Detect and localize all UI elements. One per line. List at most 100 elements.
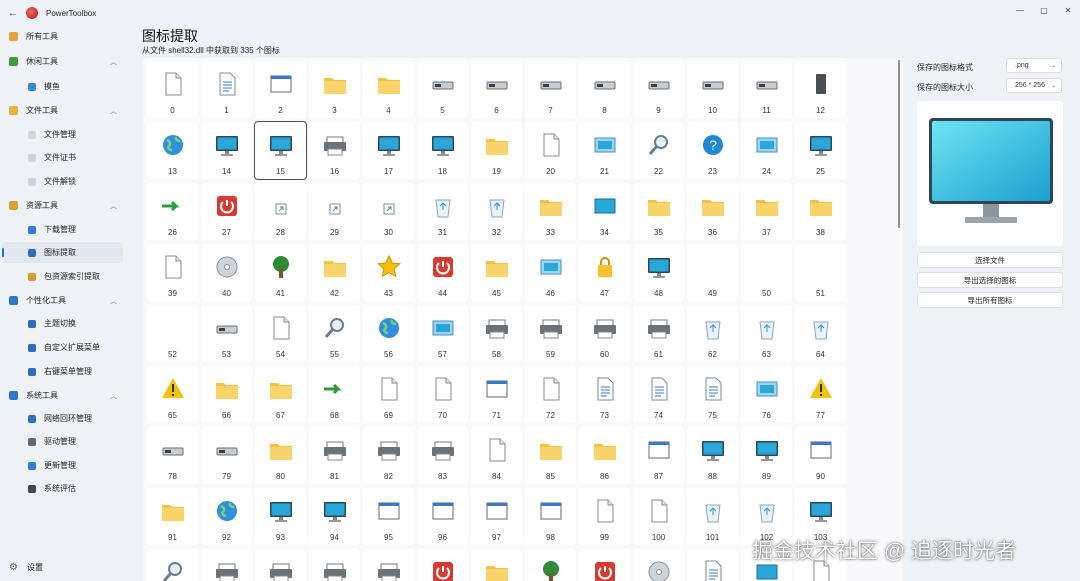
grid-scrollbar[interactable] xyxy=(898,60,900,228)
icon-tile[interactable]: 13 xyxy=(147,122,198,179)
sidebar-item[interactable]: 个性化工具 ︿ xyxy=(2,290,123,311)
icon-tile[interactable]: 35 xyxy=(633,183,684,240)
icon-tile[interactable]: 90 xyxy=(795,427,846,484)
icon-tile[interactable]: 20 xyxy=(525,122,576,179)
maximize-button[interactable]: ▢ xyxy=(1032,0,1056,20)
export-selected-button[interactable]: 导出选择的图标 xyxy=(917,272,1063,288)
select-file-button[interactable]: 选择文件 xyxy=(917,252,1063,268)
sidebar-item[interactable]: 系统评估 xyxy=(2,478,123,499)
icon-tile[interactable]: 29 xyxy=(309,183,360,240)
close-button[interactable]: ✕ xyxy=(1056,0,1080,20)
sidebar-item[interactable]: 自定义扩展菜单 xyxy=(2,337,123,358)
icon-tile[interactable]: 47 xyxy=(579,244,630,301)
icon-tile[interactable]: 36 xyxy=(687,183,738,240)
icon-tile[interactable]: 5 xyxy=(417,61,468,118)
icon-tile[interactable]: 106 xyxy=(255,549,306,581)
icon-tile[interactable]: 80 xyxy=(255,427,306,484)
icon-tile[interactable]: 56 xyxy=(363,305,414,362)
icon-tile[interactable]: 89 xyxy=(741,427,792,484)
icon-tile[interactable]: 100 xyxy=(633,488,684,545)
icon-tile[interactable]: 96 xyxy=(417,488,468,545)
icon-tile[interactable]: 51 xyxy=(795,244,846,301)
icon-tile[interactable]: 88 xyxy=(687,427,738,484)
sidebar-item[interactable]: 包资源索引提取 xyxy=(2,266,123,287)
sidebar-item[interactable]: 主题切换 xyxy=(2,313,123,334)
icon-tile[interactable]: 28 xyxy=(255,183,306,240)
icon-tile[interactable]: 69 xyxy=(363,366,414,423)
icon-tile[interactable]: 6 xyxy=(471,61,522,118)
icon-tile[interactable]: 107 xyxy=(309,549,360,581)
icon-tile[interactable]: 22 xyxy=(633,122,684,179)
icon-tile[interactable]: 55 xyxy=(309,305,360,362)
icon-tile[interactable]: 21 xyxy=(579,122,630,179)
icon-tile[interactable]: 24 xyxy=(741,122,792,179)
icon-tile[interactable]: 3 xyxy=(309,61,360,118)
icon-tile[interactable]: 11 xyxy=(741,61,792,118)
icon-tile[interactable]: 75 xyxy=(687,366,738,423)
icon-tile[interactable]: 63 xyxy=(741,305,792,362)
icon-tile[interactable]: 113 xyxy=(633,549,684,581)
icon-tile[interactable]: 93 xyxy=(255,488,306,545)
icon-tile[interactable]: 12 xyxy=(795,61,846,118)
export-all-button[interactable]: 导出所有图标 xyxy=(917,292,1063,308)
icon-tile[interactable]: 108 xyxy=(363,549,414,581)
icon-tile[interactable]: 66 xyxy=(201,366,252,423)
icon-tile[interactable]: 49 xyxy=(687,244,738,301)
sidebar-item[interactable]: 文件管理 xyxy=(2,124,123,145)
icon-tile[interactable]: 52 xyxy=(147,305,198,362)
icon-tile[interactable]: 92 xyxy=(201,488,252,545)
icon-tile[interactable]: 73 xyxy=(579,366,630,423)
icon-tile[interactable]: 16 xyxy=(309,122,360,179)
icon-tile[interactable]: 48 xyxy=(633,244,684,301)
icon-tile[interactable]: 81 xyxy=(309,427,360,484)
icon-tile[interactable]: 38 xyxy=(795,183,846,240)
icon-tile[interactable]: 59 xyxy=(525,305,576,362)
icon-tile[interactable]: 104 xyxy=(147,549,198,581)
sidebar-item[interactable]: 右键菜单管理 xyxy=(2,361,123,382)
icon-tile[interactable]: 42 xyxy=(309,244,360,301)
icon-tile[interactable]: 60 xyxy=(579,305,630,362)
icon-tile[interactable]: 91 xyxy=(147,488,198,545)
icon-tile[interactable]: 82 xyxy=(363,427,414,484)
icon-tile[interactable]: 2 xyxy=(255,61,306,118)
icon-tile[interactable]: 85 xyxy=(525,427,576,484)
icon-tile[interactable]: 70 xyxy=(417,366,468,423)
icon-tile[interactable]: 83 xyxy=(417,427,468,484)
sidebar-item[interactable]: 文件证书 xyxy=(2,147,123,168)
icon-tile[interactable]: 1 xyxy=(201,61,252,118)
icon-tile[interactable]: 44 xyxy=(417,244,468,301)
sidebar-item[interactable]: 驱动管理 xyxy=(2,431,123,452)
icon-tile[interactable]: 94 xyxy=(309,488,360,545)
icon-tile[interactable]: 105 xyxy=(201,549,252,581)
sidebar-item[interactable]: 下载管理 xyxy=(2,219,123,240)
icon-tile[interactable]: 40 xyxy=(201,244,252,301)
icon-tile[interactable]: 53 xyxy=(201,305,252,362)
icon-tile[interactable]: 37 xyxy=(741,183,792,240)
icon-tile[interactable]: 10 xyxy=(687,61,738,118)
sidebar-item-settings[interactable]: ⚙ 设置 xyxy=(2,557,43,577)
icon-tile[interactable]: 34 xyxy=(579,183,630,240)
sidebar-item[interactable]: 文件工具 ︿ xyxy=(2,100,123,121)
icon-tile[interactable]: 77 xyxy=(795,366,846,423)
size-select[interactable]: 256 * 256 ⌄ xyxy=(1006,78,1062,93)
sidebar-item[interactable]: 休闲工具 ︿ xyxy=(2,51,123,72)
icon-tile[interactable]: 101 xyxy=(687,488,738,545)
format-select[interactable]: .png ⌄ xyxy=(1006,58,1062,73)
icon-tile[interactable]: 33 xyxy=(525,183,576,240)
icon-tile[interactable]: 4 xyxy=(363,61,414,118)
sidebar-item[interactable]: 所有工具 xyxy=(2,26,123,47)
icon-tile[interactable]: 27 xyxy=(201,183,252,240)
sidebar-item[interactable]: 系统工具 ︿ xyxy=(2,385,123,406)
icon-tile[interactable]: 57 xyxy=(417,305,468,362)
icon-tile[interactable]: 114 xyxy=(687,549,738,581)
icon-tile[interactable]: 0 xyxy=(147,61,198,118)
icon-tile[interactable]: 8 xyxy=(579,61,630,118)
icon-tile[interactable]: 41 xyxy=(255,244,306,301)
icon-tile[interactable]: 18 xyxy=(417,122,468,179)
sidebar-item[interactable]: 文件解锁 xyxy=(2,171,123,192)
icon-tile[interactable]: 7 xyxy=(525,61,576,118)
sidebar-item[interactable]: 摸鱼 xyxy=(2,76,123,97)
icon-tile[interactable]: 110 xyxy=(471,549,522,581)
icon-tile[interactable]: 14 xyxy=(201,122,252,179)
icon-tile[interactable]: 46 xyxy=(525,244,576,301)
